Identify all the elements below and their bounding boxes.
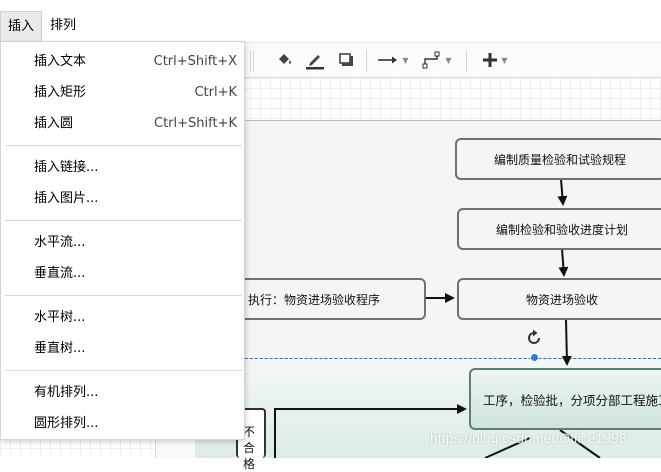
line-color-button[interactable] xyxy=(304,47,326,73)
menu-separator xyxy=(5,220,242,221)
menu-item-insert-image[interactable]: 插入图片... xyxy=(1,184,244,214)
menu-separator xyxy=(5,295,242,296)
connection-style-button[interactable]: ▼ xyxy=(376,47,410,73)
menu-item-label: 插入文本 xyxy=(34,54,87,69)
chevron-down-icon: ▼ xyxy=(402,55,409,65)
toolbar-separator xyxy=(250,50,251,72)
menu-item-label: 圆形排列... xyxy=(34,416,99,431)
plus-icon xyxy=(483,53,498,67)
menu-item-label: 插入圆 xyxy=(34,116,74,131)
watermark: https://blog.csdn.net/Office1998 xyxy=(430,430,627,446)
rotate-icon xyxy=(528,329,540,344)
waypoint-icon xyxy=(422,51,440,69)
toolbar-separator xyxy=(366,50,367,72)
paint-bucket-icon xyxy=(279,54,291,64)
menu-item-organic-layout[interactable]: 有机排列... xyxy=(1,378,244,408)
menu-separator xyxy=(5,145,242,146)
decision-node-label: 不合格 xyxy=(243,425,256,471)
menu-item-vertical-flow[interactable]: 垂直流... xyxy=(1,259,244,289)
menu-item-label: 插入链接... xyxy=(34,160,99,175)
menu-arrange[interactable]: 排列 xyxy=(43,11,83,41)
process-node[interactable]: 物资进场验收 xyxy=(457,278,661,320)
menu-item-insert-ellipse[interactable]: 插入圆 Ctrl+Shift+K xyxy=(1,109,244,139)
menu-item-shortcut: Ctrl+K xyxy=(194,85,237,100)
waypoints-button[interactable]: ▼ xyxy=(420,47,454,73)
rotate-handle[interactable] xyxy=(524,328,544,348)
menu-item-label: 插入图片... xyxy=(34,191,99,206)
shadow-icon xyxy=(339,53,353,66)
menubar: 插入 排列 xyxy=(0,0,661,42)
menu-item-vertical-tree[interactable]: 垂直树... xyxy=(1,334,244,364)
menu-separator xyxy=(5,370,242,371)
selection-handle[interactable] xyxy=(530,353,539,362)
pencil-line-icon xyxy=(306,55,324,70)
insert-menu: 插入文本 Ctrl+Shift+X 插入矩形 Ctrl+K 插入圆 Ctrl+S… xyxy=(0,41,245,440)
menu-item-horizontal-tree[interactable]: 水平树... xyxy=(1,303,244,333)
menu-item-insert-text[interactable]: 插入文本 Ctrl+Shift+X xyxy=(1,47,244,77)
menu-item-circle-layout[interactable]: 圆形排列... xyxy=(1,409,244,439)
menu-item-label: 水平树... xyxy=(34,310,86,325)
process-node[interactable]: 编制质量检验和试验规程 xyxy=(455,138,661,180)
menu-item-insert-rectangle[interactable]: 插入矩形 Ctrl+K xyxy=(1,78,244,108)
fill-color-button[interactable] xyxy=(275,47,295,73)
menu-item-shortcut: Ctrl+Shift+K xyxy=(154,116,237,131)
menu-item-insert-link[interactable]: 插入链接... xyxy=(1,153,244,183)
arrow-right-icon xyxy=(378,56,398,64)
menu-item-horizontal-flow[interactable]: 水平流... xyxy=(1,228,244,258)
chevron-down-icon: ▼ xyxy=(501,55,508,65)
shadow-button[interactable] xyxy=(336,47,356,73)
insert-button[interactable]: ▼ xyxy=(478,47,512,73)
chevron-down-icon: ▼ xyxy=(445,55,452,65)
process-node[interactable]: 编制检验和验收进度计划 xyxy=(457,208,661,250)
menu-insert[interactable]: 插入 xyxy=(0,11,43,41)
toolbar-separator xyxy=(466,50,467,72)
menu-item-label: 垂直树... xyxy=(34,341,86,356)
toolbar-separator xyxy=(253,50,254,72)
menu-item-shortcut: Ctrl+Shift+X xyxy=(153,54,237,69)
menu-item-label: 插入矩形 xyxy=(34,85,87,100)
menu-item-label: 水平流... xyxy=(34,235,86,250)
process-node[interactable]: 工序，检验批，分项分部工程施工 xyxy=(469,368,661,430)
menu-item-label: 有机排列... xyxy=(34,385,99,400)
menu-item-label: 垂直流... xyxy=(34,266,86,281)
